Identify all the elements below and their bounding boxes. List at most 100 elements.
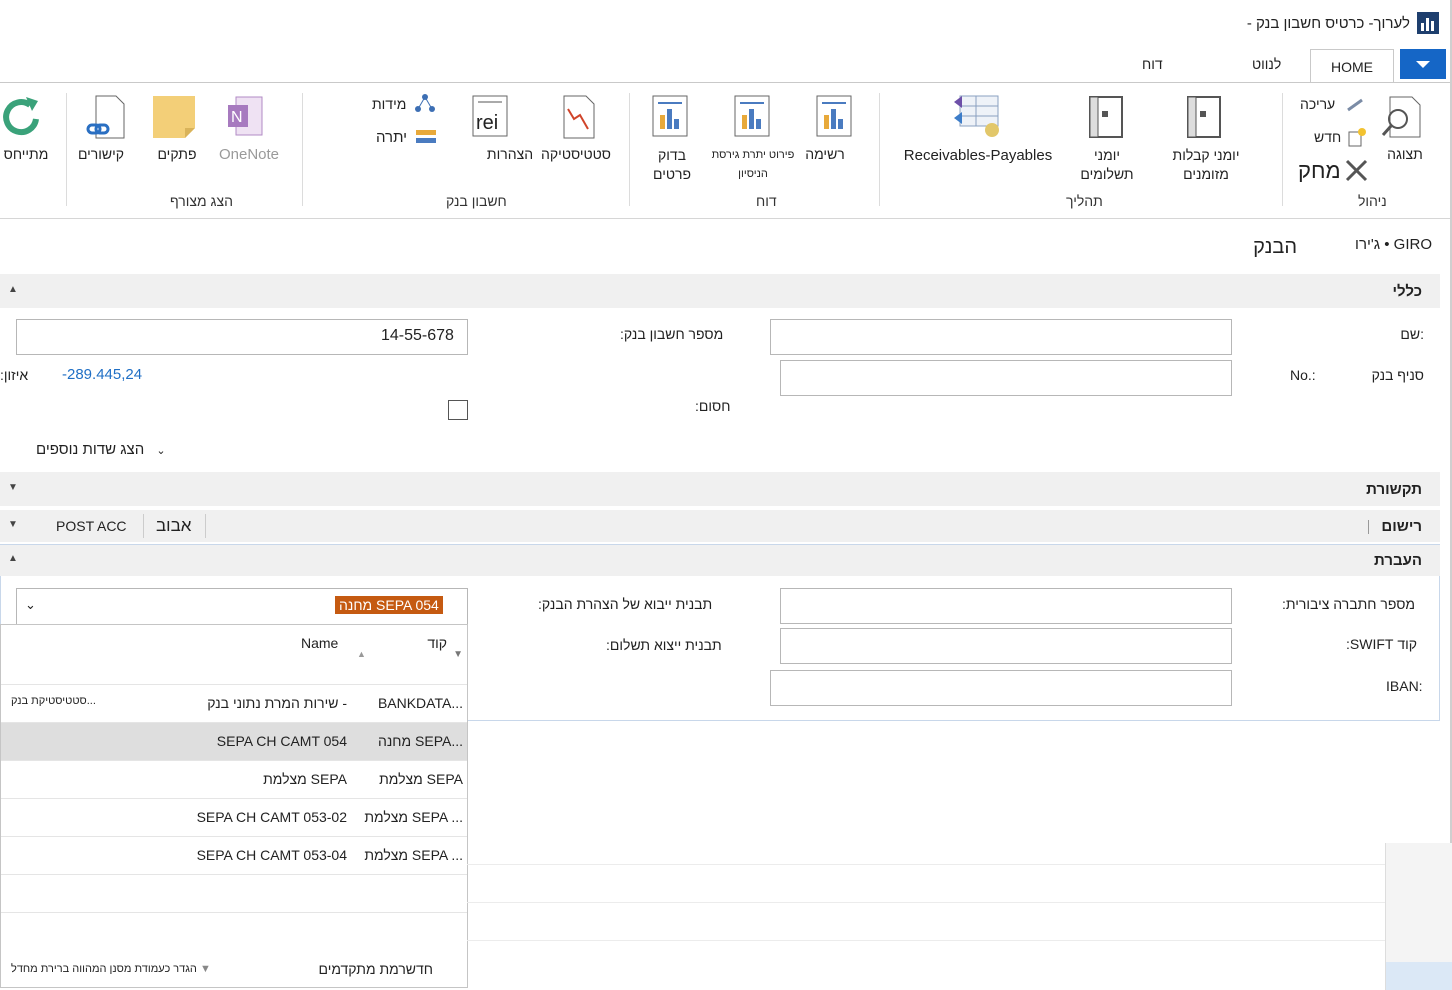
- list-item[interactable]: מצלמת SEPA ... SEPA CH CAMT 053-04: [1, 836, 467, 874]
- chevron-down-icon[interactable]: ⌄: [25, 597, 36, 613]
- balance-button[interactable]: יתרה: [376, 129, 407, 146]
- show-more-fields-link[interactable]: הצג שדות נוספים ⌄: [36, 441, 166, 458]
- group-show-attached-label: הצג מצורף: [170, 193, 233, 209]
- list-report-icon[interactable]: [816, 95, 852, 139]
- balance-icon[interactable]: [414, 127, 438, 147]
- svg-text:rei: rei: [476, 112, 498, 134]
- refresh-button[interactable]: מתייחס: [0, 146, 52, 162]
- list-item-selected[interactable]: מחנה SEPA... SEPA CH CAMT 054: [1, 722, 467, 760]
- view-button[interactable]: [1380, 95, 1424, 139]
- name-label: שם:: [1400, 326, 1424, 342]
- trial-balance-report-icon[interactable]: [734, 95, 770, 139]
- list-item[interactable]: BANKDATA... שירות המרת נתוני בנק - סטטיס…: [1, 684, 467, 722]
- swift-code-field[interactable]: [780, 628, 1232, 664]
- balance-value-link[interactable]: -289.445,24: [62, 366, 142, 383]
- app-logo-icon: [1417, 12, 1439, 34]
- edit-pencil-icon[interactable]: [1344, 96, 1366, 114]
- notes-button[interactable]: פתקים: [152, 146, 202, 162]
- blocked-label: חסום:: [695, 398, 731, 414]
- posting-group-value: POST ACC: [56, 518, 127, 534]
- swift-code-label: קוד SWIFT:: [1346, 636, 1417, 652]
- file-menu-button[interactable]: [1400, 49, 1446, 79]
- tab-report[interactable]: דוח: [1142, 56, 1163, 72]
- dimensions-button[interactable]: מידות: [372, 96, 406, 112]
- statistics-icon[interactable]: [562, 95, 596, 139]
- posting-summary-value: אבוב: [156, 516, 192, 535]
- refresh-icon[interactable]: [0, 95, 44, 139]
- list-button[interactable]: רשימה: [800, 146, 850, 162]
- links-icon[interactable]: [84, 95, 126, 141]
- expand-icon[interactable]: ▼: [8, 519, 18, 530]
- column-header-code[interactable]: קוד: [427, 635, 447, 651]
- balance-label: איזון:: [0, 367, 29, 383]
- fasttab-general[interactable]: כללי ▲: [0, 274, 1440, 308]
- group-report-label: דוח: [756, 193, 777, 209]
- title-bar: לערוך- כרטיס חשבון בנק -: [0, 0, 1452, 48]
- view-label: תצוגה: [1387, 146, 1423, 162]
- check-details-report-icon[interactable]: [652, 95, 688, 139]
- iban-label: IBAN:: [1386, 678, 1423, 694]
- import-format-combobox[interactable]: מחנה SEPA 054 ⌄: [16, 588, 468, 626]
- edit-button[interactable]: עריכה: [1300, 96, 1335, 112]
- collapse-icon[interactable]: ▲: [8, 284, 18, 295]
- list-item-empty: [1, 874, 467, 912]
- check-details-button[interactable]: בדוק פרטים: [644, 146, 700, 184]
- bank-branch-label: סניף בנק: [1371, 367, 1424, 383]
- sort-ascending-icon: ▲: [357, 649, 366, 659]
- window-title: לערוך- כרטיס חשבון בנק -: [1246, 15, 1410, 32]
- column-header-name[interactable]: Name: [301, 635, 338, 651]
- chevron-down-icon: [1416, 61, 1430, 68]
- scrollbar[interactable]: [1385, 843, 1452, 990]
- bank-account-no-field[interactable]: 14-55-678: [16, 319, 468, 355]
- ribbon-separator: [629, 93, 630, 206]
- tab-navigate[interactable]: לנווט: [1252, 56, 1281, 72]
- receivables-payables-icon[interactable]: [952, 92, 1002, 140]
- import-format-label: תבנית ייבוא של הצהרת הבנק:: [538, 596, 713, 612]
- notes-icon[interactable]: [152, 95, 196, 139]
- name-field[interactable]: [770, 319, 1232, 355]
- fasttab-communication[interactable]: תקשורת ▼: [0, 472, 1440, 506]
- receivables-payables-button[interactable]: Receivables-Payables: [898, 147, 1058, 164]
- bank-account-no-label: מספר חשבון בנק:: [620, 326, 724, 342]
- statistics-button[interactable]: סטטיסטיקה: [540, 146, 612, 162]
- cash-receipt-journals-button[interactable]: יומני קבלות מזומנים: [1162, 146, 1250, 184]
- new-advanced-link[interactable]: חדשרמת מתקדמים: [318, 961, 433, 977]
- payment-journals-button[interactable]: יומני תשלומים: [1072, 146, 1142, 184]
- public-company-field[interactable]: [780, 588, 1232, 624]
- set-default-filter-column-link[interactable]: הגדר כעמודת מסנן המהווה ברירת מחדל ▼: [11, 963, 211, 975]
- onenote-icon[interactable]: N: [226, 95, 274, 139]
- onenote-button[interactable]: OneNote: [212, 146, 286, 163]
- tab-home[interactable]: HOME: [1310, 49, 1394, 85]
- filter-icon[interactable]: ▼: [453, 649, 463, 660]
- delete-button[interactable]: מחק: [1298, 158, 1341, 184]
- links-button[interactable]: קישורים: [72, 146, 130, 162]
- ribbon-separator: [879, 93, 880, 206]
- expand-icon[interactable]: ▼: [8, 482, 18, 493]
- trial-balance-button[interactable]: פירוט יתרת גירסת הניסיון: [706, 146, 800, 184]
- cash-receipt-journal-icon[interactable]: [1186, 95, 1222, 139]
- bank-branch-no-field[interactable]: [780, 360, 1232, 396]
- collapse-icon[interactable]: ▲: [8, 553, 18, 564]
- filter-icon: ▼: [199, 963, 211, 975]
- ribbon-separator: [66, 93, 67, 206]
- scrollbar-thumb[interactable]: [1386, 962, 1452, 990]
- list-item[interactable]: מצלמת SEPA ... SEPA CH CAMT 053-02: [1, 798, 467, 836]
- export-format-label: תבנית ייצוא תשלום:: [606, 637, 722, 653]
- statements-icon[interactable]: rei: [472, 95, 508, 139]
- statements-button[interactable]: הצהרות: [480, 146, 540, 162]
- fasttab-posting[interactable]: רישום אבוב POST ACC ▼: [0, 510, 1440, 542]
- blocked-checkbox[interactable]: [448, 400, 468, 420]
- import-format-selected-text[interactable]: מחנה SEPA 054: [335, 596, 443, 614]
- magnifier-page-icon: [1381, 96, 1421, 138]
- new-doc-icon[interactable]: [1346, 126, 1368, 148]
- payment-journal-icon[interactable]: [1088, 95, 1124, 139]
- fasttab-transfer[interactable]: העברת ▲: [0, 545, 1440, 576]
- list-item[interactable]: מצלמת SEPA מצלמת SEPA: [1, 760, 467, 798]
- bank-account-no-value: 14-55-678: [381, 327, 454, 344]
- dimensions-icon[interactable]: [414, 93, 436, 113]
- new-button[interactable]: חדש: [1314, 129, 1341, 145]
- delete-x-icon[interactable]: [1344, 158, 1370, 184]
- bank-account-name-title: הבנק: [1253, 236, 1297, 258]
- fasttab-general-title: כללי: [1392, 283, 1422, 300]
- iban-field[interactable]: [770, 670, 1232, 706]
